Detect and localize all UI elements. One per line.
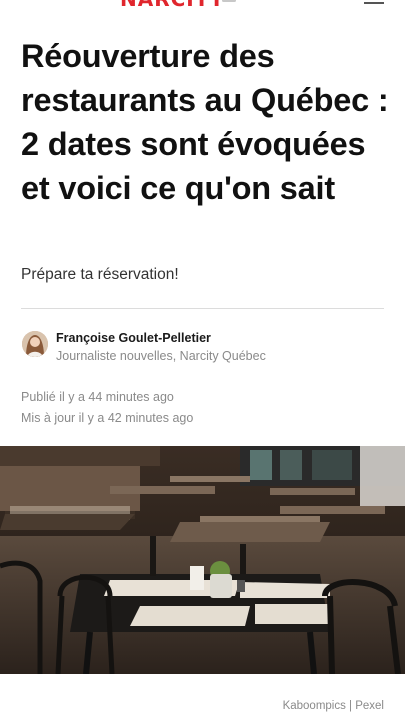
top-bar: NARCITY xyxy=(0,0,405,10)
published-time: Publié il y a 44 minutes ago xyxy=(21,390,174,404)
hamburger-menu-icon[interactable] xyxy=(364,0,384,8)
author-name[interactable]: Françoise Goulet-Pelletier xyxy=(56,331,211,345)
author-role: Journaliste nouvelles, Narcity Québec xyxy=(56,349,266,363)
divider xyxy=(21,308,384,309)
logo-tagline-mark xyxy=(222,0,262,3)
site-logo[interactable]: NARCITY xyxy=(120,0,225,10)
article-image[interactable] xyxy=(0,446,405,674)
article-subtitle: Prépare ta réservation! xyxy=(21,266,179,283)
author-avatar[interactable] xyxy=(22,331,48,357)
photo-credit: Kaboompics | Pexel xyxy=(282,700,384,712)
updated-time: Mis à jour il y a 42 minutes ago xyxy=(21,411,194,425)
article-title: Réouverture des restaurants au Québec : … xyxy=(21,38,389,206)
